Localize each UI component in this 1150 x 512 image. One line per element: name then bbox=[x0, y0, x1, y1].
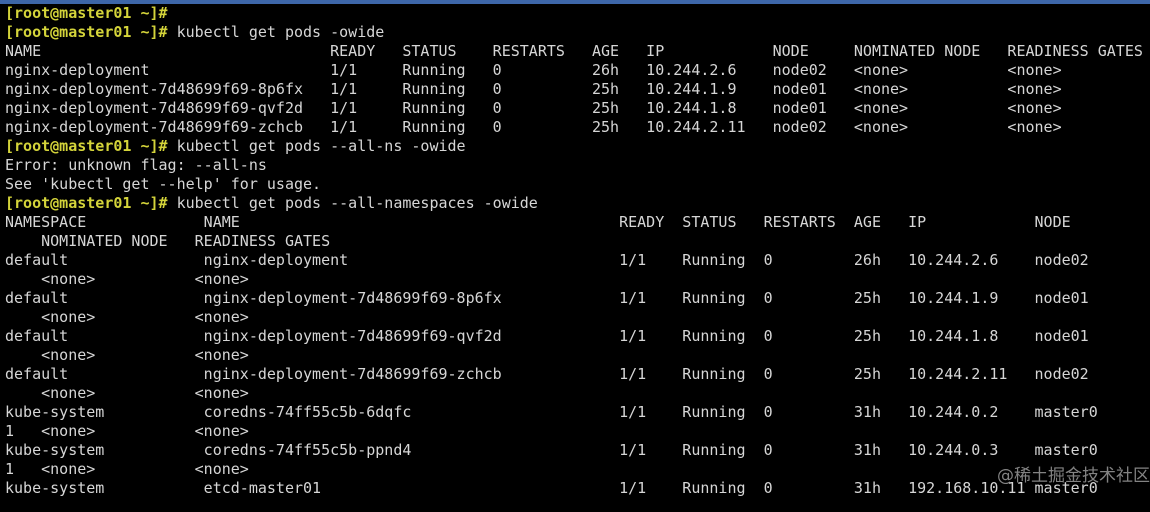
terminal-text: kubectl get pods --all-namespaces -owide bbox=[168, 194, 538, 212]
terminal-text: default nginx-deployment-7d48699f69-8p6f… bbox=[5, 289, 1089, 307]
terminal-line: Error: unknown flag: --all-ns bbox=[5, 156, 1150, 175]
terminal-text: kube-system coredns-74ff55c5b-6dqfc 1/1 … bbox=[5, 403, 1098, 421]
terminal-text: kube-system etcd-master01 1/1 Running 0 … bbox=[5, 479, 1098, 497]
terminal-line: <none> <none> bbox=[5, 270, 1150, 289]
terminal-line: <none> <none> bbox=[5, 346, 1150, 365]
terminal-text: kube-system coredns-74ff55c5b-ppnd4 1/1 … bbox=[5, 441, 1098, 459]
terminal-text: nginx-deployment-7d48699f69-8p6fx 1/1 Ru… bbox=[5, 80, 1062, 98]
terminal-text: 1 <none> <none> bbox=[5, 422, 249, 440]
terminal-text: default nginx-deployment-7d48699f69-zchc… bbox=[5, 365, 1089, 383]
terminal-line: 1 <none> <none> bbox=[5, 422, 1150, 441]
terminal-line: nginx-deployment-7d48699f69-qvf2d 1/1 Ru… bbox=[5, 99, 1150, 118]
shell-prompt: [root@master01 ~]# bbox=[5, 4, 168, 22]
terminal-line: kube-system coredns-74ff55c5b-ppnd4 1/1 … bbox=[5, 441, 1150, 460]
terminal-line: default nginx-deployment-7d48699f69-8p6f… bbox=[5, 289, 1150, 308]
terminal-text: See 'kubectl get --help' for usage. bbox=[5, 175, 321, 193]
terminal-line: default nginx-deployment-7d48699f69-zchc… bbox=[5, 365, 1150, 384]
shell-prompt: [root@master01 ~]# bbox=[5, 137, 168, 155]
terminal-line: [root@master01 ~]# kubectl get pods --al… bbox=[5, 194, 1150, 213]
terminal-line: kube-system etcd-master01 1/1 Running 0 … bbox=[5, 479, 1150, 498]
terminal-line: NAME READY STATUS RESTARTS AGE IP NODE N… bbox=[5, 42, 1150, 61]
terminal-text: <none> <none> bbox=[5, 346, 249, 364]
watermark-text: @稀土掘金技术社区 bbox=[997, 467, 1150, 486]
terminal-text: NAME READY STATUS RESTARTS AGE IP NODE N… bbox=[5, 42, 1143, 60]
terminal-text: 1 <none> <none> bbox=[5, 460, 249, 478]
terminal-text: NAMESPACE NAME READY STATUS RESTARTS AGE… bbox=[5, 213, 1071, 231]
terminal-text: default nginx-deployment 1/1 Running 0 2… bbox=[5, 251, 1089, 269]
terminal-line: <none> <none> bbox=[5, 384, 1150, 403]
terminal-line: kube-system coredns-74ff55c5b-6dqfc 1/1 … bbox=[5, 403, 1150, 422]
terminal-text: NOMINATED NODE READINESS GATES bbox=[5, 232, 330, 250]
terminal-line: <none> <none> bbox=[5, 308, 1150, 327]
terminal-text: nginx-deployment 1/1 Running 0 26h 10.24… bbox=[5, 61, 1062, 79]
terminal-text: kubectl get pods -owide bbox=[168, 23, 385, 41]
shell-prompt: [root@master01 ~]# bbox=[5, 194, 168, 212]
terminal-line: [root@master01 ~]# kubectl get pods -owi… bbox=[5, 23, 1150, 42]
terminal-line: nginx-deployment-7d48699f69-zchcb 1/1 Ru… bbox=[5, 118, 1150, 137]
terminal-text: <none> <none> bbox=[5, 270, 249, 288]
terminal-text: default nginx-deployment-7d48699f69-qvf2… bbox=[5, 327, 1089, 345]
terminal-output: [root@master01 ~]#[root@master01 ~]# kub… bbox=[5, 4, 1150, 498]
terminal-line: nginx-deployment-7d48699f69-8p6fx 1/1 Ru… bbox=[5, 80, 1150, 99]
terminal-text: nginx-deployment-7d48699f69-zchcb 1/1 Ru… bbox=[5, 118, 1062, 136]
terminal-line: NAMESPACE NAME READY STATUS RESTARTS AGE… bbox=[5, 213, 1150, 232]
terminal-line: [root@master01 ~]# kubectl get pods --al… bbox=[5, 137, 1150, 156]
terminal-text: nginx-deployment-7d48699f69-qvf2d 1/1 Ru… bbox=[5, 99, 1062, 117]
terminal-line: [root@master01 ~]# bbox=[5, 4, 1150, 23]
terminal-text: Error: unknown flag: --all-ns bbox=[5, 156, 267, 174]
terminal-text: kubectl get pods --all-ns -owide bbox=[168, 137, 466, 155]
terminal-line: nginx-deployment 1/1 Running 0 26h 10.24… bbox=[5, 61, 1150, 80]
terminal-text: <none> <none> bbox=[5, 308, 249, 326]
terminal-line: NOMINATED NODE READINESS GATES bbox=[5, 232, 1150, 251]
terminal-line: default nginx-deployment-7d48699f69-qvf2… bbox=[5, 327, 1150, 346]
terminal-line: See 'kubectl get --help' for usage. bbox=[5, 175, 1150, 194]
shell-prompt: [root@master01 ~]# bbox=[5, 23, 168, 41]
terminal-window[interactable]: [root@master01 ~]#[root@master01 ~]# kub… bbox=[0, 0, 1150, 512]
terminal-text: <none> <none> bbox=[5, 384, 249, 402]
terminal-line: default nginx-deployment 1/1 Running 0 2… bbox=[5, 251, 1150, 270]
terminal-line: 1 <none> <none> bbox=[5, 460, 1150, 479]
